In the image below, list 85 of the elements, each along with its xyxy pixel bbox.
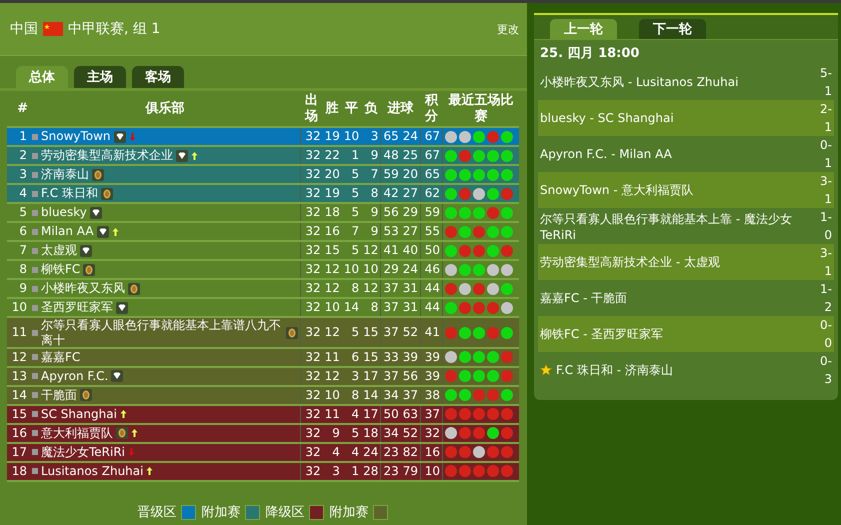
table-cell: 10 <box>420 462 442 481</box>
club-name[interactable]: Apyron F.C. <box>41 369 108 384</box>
club-name[interactable]: 太虚观 <box>41 243 77 258</box>
club-name[interactable]: Milan AA <box>41 224 94 239</box>
square-icon <box>32 449 38 456</box>
square-icon <box>32 210 38 216</box>
match-score: 5-1 <box>820 65 832 100</box>
match-row[interactable]: 劳动密集型高新技术企业 - 太虚观 3-1 <box>538 244 834 280</box>
table-cell: 28 <box>361 462 381 481</box>
match-score: 2-1 <box>820 101 832 136</box>
table-cell: 18 <box>7 462 29 481</box>
square-icon <box>32 354 38 360</box>
match-row[interactable]: SnowyTown - 意大利福贾队 3-1 <box>538 172 834 208</box>
match-score: 0-1 <box>820 137 832 172</box>
table-cell: 3 <box>322 462 342 481</box>
flag-icon <box>43 22 63 36</box>
match-row[interactable]: 柳铁FC - 圣西罗旺家军 0-0 <box>538 316 834 352</box>
tab[interactable]: 客场 <box>132 66 184 88</box>
match-row[interactable]: 尔等只看寡人眼色行事就能基本上靠 - 魔法少女TeRiRi 1-0 <box>534 208 838 244</box>
match-score: 3-1 <box>820 245 832 280</box>
club-name[interactable]: 干脆面 <box>41 388 77 403</box>
square-icon <box>32 172 38 178</box>
match-teams: SnowyTown - 意大利福贾队 <box>540 182 694 198</box>
club-name[interactable]: Lusitanos Zhuhai <box>41 464 144 479</box>
club-name[interactable]: F.C 珠日和 <box>41 186 98 201</box>
match-teams: bluesky - SC Shanghai <box>540 111 674 125</box>
table-cell: 23 <box>380 462 401 481</box>
square-icon <box>32 304 38 311</box>
legend-label: 晋级区 <box>138 504 176 521</box>
match-row[interactable]: 小楼昨夜又东风 - Lusitanos Zhuhai 5-1 <box>534 64 838 100</box>
tab[interactable]: 上一轮 <box>550 19 617 39</box>
legend-label: 附加赛 <box>330 504 368 521</box>
match-score: 0-0 <box>820 317 832 352</box>
club-name[interactable]: SC Shanghai <box>41 407 117 422</box>
match-score: 1-0 <box>820 209 832 244</box>
club-name[interactable]: SnowyTown <box>41 129 111 144</box>
club-name[interactable]: bluesky <box>41 205 87 220</box>
match-teams: 尔等只看寡人眼色行事就能基本上靠 - 魔法少女TeRiRi <box>540 210 793 242</box>
tab[interactable]: 总体 <box>16 66 68 88</box>
table-cell: 79 <box>400 462 420 481</box>
square-icon <box>32 330 38 336</box>
match-teams: 劳动密集型高新技术企业 - 太虚观 <box>540 254 720 270</box>
match-score: 0-3 <box>820 353 832 388</box>
club-name[interactable]: 尔等只看寡人眼色行事就能基本上靠谱八九不离十 <box>41 318 284 347</box>
square-icon <box>32 430 38 436</box>
square-icon <box>32 190 38 197</box>
club-name[interactable]: 圣西罗旺家军 <box>41 300 113 315</box>
square-icon <box>32 152 38 159</box>
round-date: 25. 四月 18:00 <box>539 45 640 63</box>
match-row[interactable]: F.C 珠日和 - 济南泰山 0-3 <box>534 352 838 388</box>
legend-label: 附加赛 <box>202 504 240 521</box>
square-icon <box>32 266 38 273</box>
club-name[interactable]: 嘉嘉FC <box>41 350 80 365</box>
table-cell: 1 <box>342 462 362 481</box>
square-icon <box>32 468 38 474</box>
match-teams: F.C 珠日和 - 济南泰山 <box>556 362 673 378</box>
country-name: 中国 <box>10 20 38 38</box>
change-link[interactable]: 更改 <box>497 22 519 36</box>
match-row[interactable]: bluesky - SC Shanghai 2-1 <box>538 100 834 136</box>
match-teams: 小楼昨夜又东风 - Lusitanos Zhuhai <box>540 74 738 90</box>
match-score: 3-1 <box>820 173 832 208</box>
legend-label: 降级区 <box>266 504 304 521</box>
club-name[interactable]: 魔法少女TeRiRi <box>41 445 126 460</box>
league-title: 中甲联赛, 组 1 <box>68 20 160 38</box>
table-cell: 32 <box>300 462 323 481</box>
tab[interactable]: 下一轮 <box>639 19 706 39</box>
square-icon <box>32 134 38 140</box>
square-icon <box>32 392 38 398</box>
club-name[interactable]: 意大利福贾队 <box>41 426 113 441</box>
club-name[interactable]: 小楼昨夜又东风 <box>41 281 125 296</box>
match-teams: 柳铁FC - 圣西罗旺家军 <box>540 326 664 342</box>
square-icon <box>32 411 38 418</box>
match-row[interactable]: Apyron F.C. - Milan AA 0-1 <box>534 136 838 172</box>
tab[interactable]: 主场 <box>74 66 126 88</box>
match-teams: 嘉嘉FC - 干脆面 <box>540 290 628 306</box>
match-row[interactable]: 嘉嘉FC - 干脆面 1-2 <box>534 280 838 316</box>
club-name[interactable]: 柳铁FC <box>41 262 80 277</box>
club-name[interactable]: 劳动密集型高新技术企业 <box>41 148 173 163</box>
match-score: 1-2 <box>820 281 832 316</box>
match-teams: Apyron F.C. - Milan AA <box>540 147 672 161</box>
club-name[interactable]: 济南泰山 <box>41 167 89 182</box>
square-icon <box>32 286 38 292</box>
square-icon <box>32 228 38 235</box>
square-icon <box>32 248 38 254</box>
square-icon <box>32 373 38 380</box>
